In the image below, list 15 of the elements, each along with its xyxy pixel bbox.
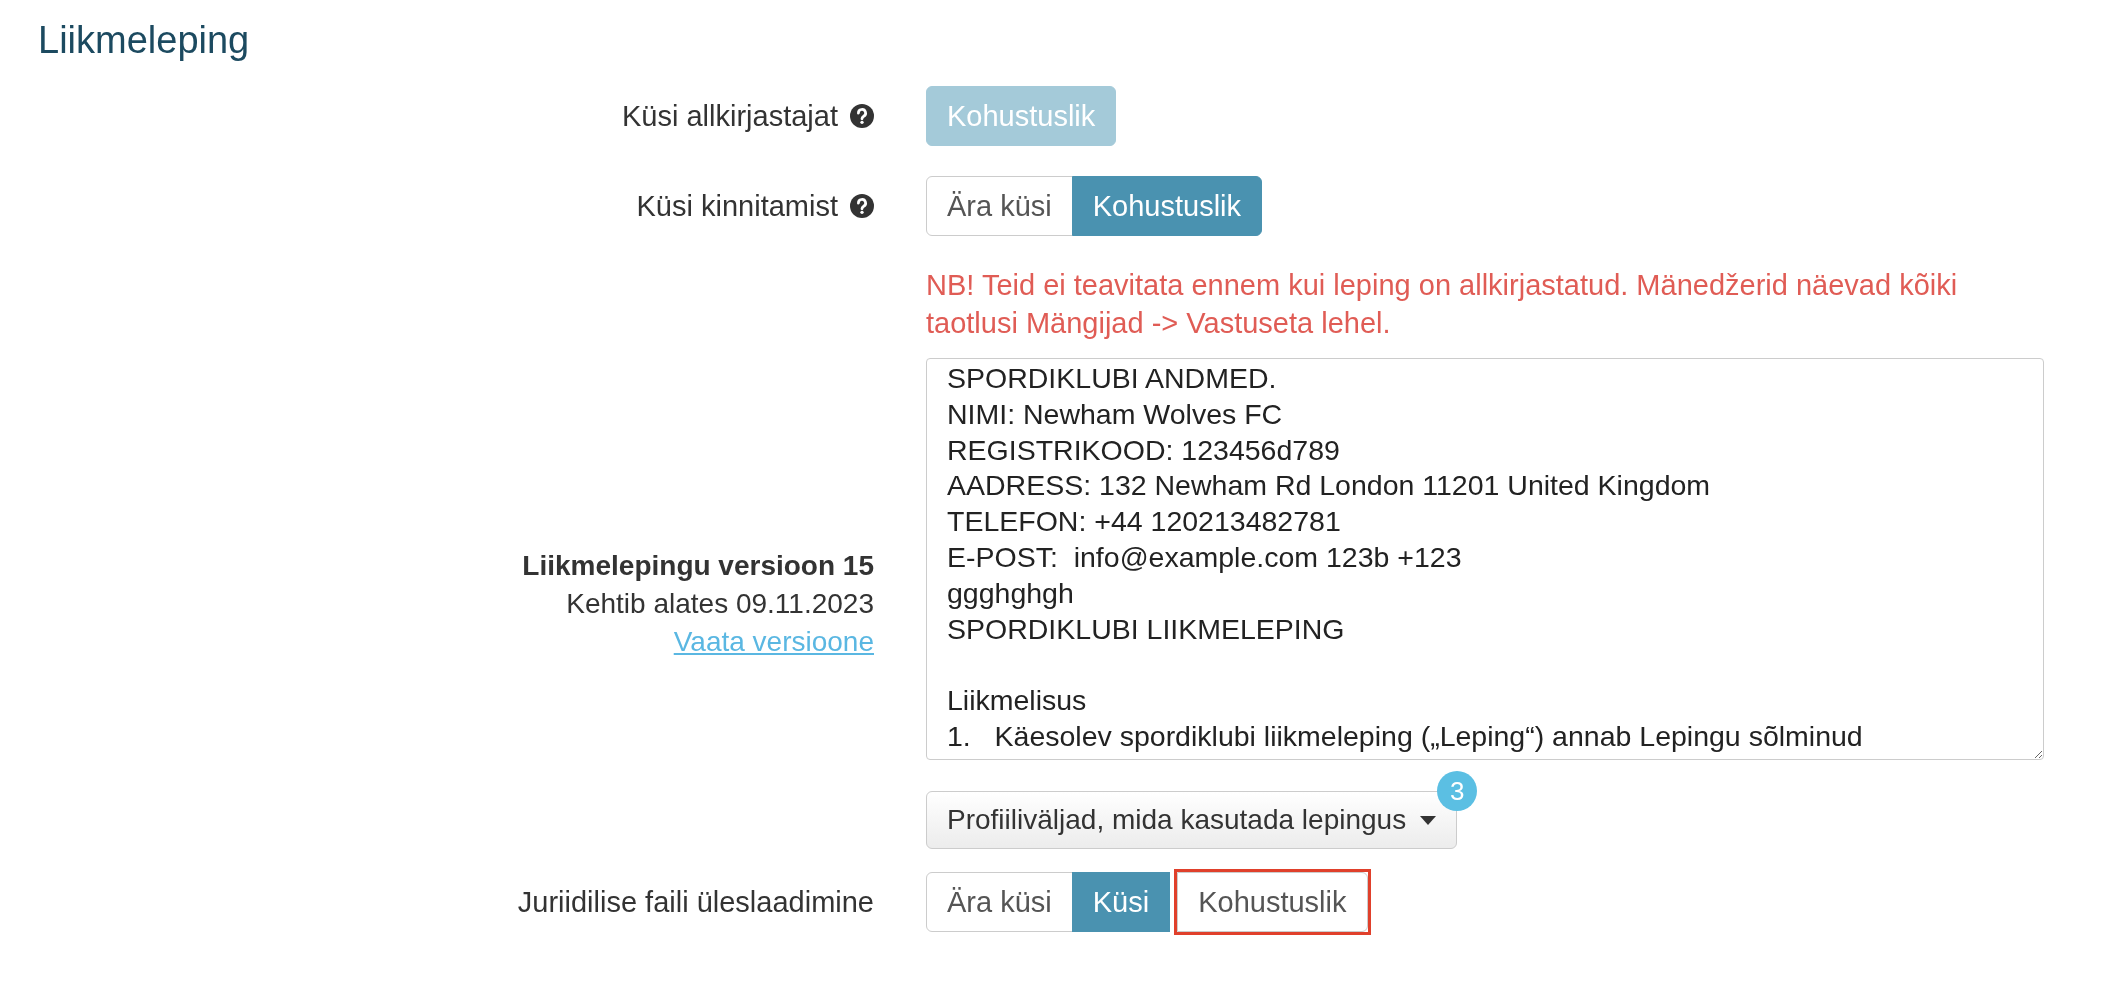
count-badge: 3 — [1437, 771, 1478, 811]
option-button[interactable]: Kohustuslik — [1177, 872, 1368, 932]
option-button[interactable]: Ära küsi — [926, 872, 1073, 932]
version-title: Liikmelepingu versioon 15 — [522, 548, 874, 583]
field-label: Küsi allkirjastajat — [622, 99, 838, 133]
section-title: Liikmeleping — [38, 18, 250, 63]
valid-from-text: Kehtib alates 09.11.2023 — [566, 586, 874, 621]
field-label: Juriidilise faili üleslaadimine — [517, 885, 874, 919]
field-label: Küsi kinnitamist — [636, 189, 838, 223]
help-icon[interactable] — [850, 104, 874, 128]
contract-text-field[interactable]: SPORDIKLUBI ANDMED. NIMI: Newham Wolves FC REGISTRIKOOD: 123456d789 AADRESS: 132 Newham Rd London 11201 United Kingdom TELEFON: +44 120213482781 E-POST: info@example.com 123b +123 ggghghgh SPORDIKLUBI LIIKMELEPING Liikmelisus 1. Käesolev spordiklubi liikmeleping („Leping“) annab Lepingu sõlminud — [926, 358, 2044, 760]
caret-icon — [1420, 815, 1437, 825]
option-button[interactable]: Ära küsi — [926, 176, 1073, 236]
help-icon[interactable] — [850, 194, 874, 218]
warning-text: NB! Teid ei teavitata ennem kui leping on allkirjastatud. Mänedžerid näevad kõiki taotlusi Mängijad -> Vastuseta lehel. — [926, 268, 1959, 341]
